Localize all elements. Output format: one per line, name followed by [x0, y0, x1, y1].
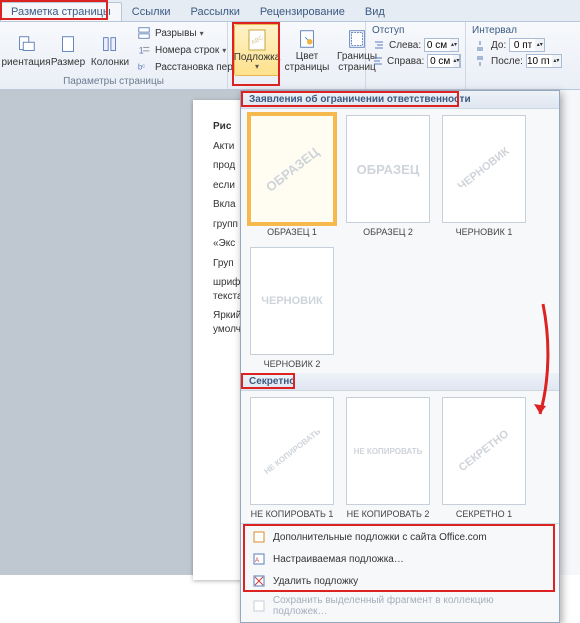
breaks-icon: [136, 25, 152, 41]
indent-left-label: Слева:: [389, 40, 421, 51]
watermark-gallery-popup: Заявления об ограничении ответственности…: [240, 90, 560, 623]
ribbon-tabs: Разметка страницы Ссылки Рассылки Реценз…: [0, 0, 580, 22]
ribbon: риентация Размер Колонки Разры: [0, 22, 580, 90]
watermark-text: ОБРАЗЕЦ: [357, 162, 420, 177]
menu-label: Дополнительные подложки с сайта Office.c…: [273, 532, 487, 543]
indent-right-label: Справа:: [387, 56, 424, 67]
custom-watermark-icon: A: [251, 551, 267, 567]
orientation-icon: [14, 33, 38, 57]
spacing-before-icon: [472, 37, 488, 53]
watermark-text: ЧЕРНОВИК: [456, 145, 512, 192]
menu-save-selection: Сохранить выделенный фрагмент в коллекци…: [241, 592, 559, 620]
watermark-thumb-secret1[interactable]: СЕКРЕТНО СЕКРЕТНО 1: [441, 397, 527, 521]
menu-remove-watermark[interactable]: Удалить подложку: [241, 570, 559, 592]
svg-text:1: 1: [139, 46, 144, 56]
spacing-after-icon: [472, 53, 488, 69]
remove-watermark-icon: [251, 573, 267, 589]
menu-label: Удалить подложку: [273, 576, 358, 587]
watermark-thumb-chernovik1[interactable]: ЧЕРНОВИК ЧЕРНОВИК 1: [441, 115, 527, 239]
tab-mailings[interactable]: Рассылки: [181, 3, 250, 21]
office-icon: [251, 529, 267, 545]
chevron-down-icon: ▾: [222, 46, 226, 55]
watermark-text: НЕ КОПИРОВАТЬ: [354, 447, 423, 456]
menu-label: Сохранить выделенный фрагмент в коллекци…: [273, 595, 549, 617]
line-numbers-icon: 1: [136, 42, 152, 58]
group-label-page-setup: Параметры страницы: [0, 76, 227, 89]
tab-references[interactable]: Ссылки: [122, 3, 181, 21]
chevron-down-icon: ▾: [255, 63, 259, 72]
spacner-arrows[interactable]: ▴▾: [552, 54, 562, 68]
columns-button[interactable]: Колонки: [90, 24, 130, 76]
watermark-text: СЕКРЕТНО: [457, 428, 512, 474]
tab-review[interactable]: Рецензирование: [250, 3, 355, 21]
size-label: Размер: [51, 57, 85, 68]
columns-label: Колонки: [91, 57, 129, 68]
spacing-after-label: После:: [491, 56, 523, 67]
breaks-label: Разрывы: [155, 28, 197, 39]
watermark-icon: ABC: [245, 28, 269, 52]
spinner-arrows[interactable]: ▴▾: [450, 38, 459, 52]
size-button[interactable]: Размер: [50, 24, 86, 76]
indent-left-spinner[interactable]: Слева: ▴▾: [372, 37, 459, 53]
watermark-thumb-obrazec2[interactable]: ОБРАЗЕЦ ОБРАЗЕЦ 2: [345, 115, 431, 239]
watermark-thumb-chernovik2[interactable]: ЧЕРНОВИК ЧЕРНОВИК 2: [249, 247, 335, 371]
tab-page-layout[interactable]: Разметка страницы: [0, 2, 122, 21]
spacing-before-spinner[interactable]: До: ▴▾: [472, 37, 570, 53]
spacing-before-label: До:: [491, 40, 506, 51]
thumb-label: ОБРАЗЕЦ 2: [363, 227, 413, 239]
page-color-label: Цвет страницы: [285, 51, 330, 73]
menu-custom-watermark[interactable]: A Настраиваемая подложка…: [241, 548, 559, 570]
watermark-button[interactable]: ABC Подложка ▾: [234, 24, 280, 76]
page-color-button[interactable]: Цвет страницы: [284, 24, 330, 76]
indent-right-spinner[interactable]: Справа: ▴▾: [372, 53, 459, 69]
thumb-label: ЧЕРНОВИК 1: [456, 227, 513, 239]
thumb-label: НЕ КОПИРОВАТЬ 2: [347, 509, 430, 521]
thumb-label: ЧЕРНОВИК 2: [264, 359, 321, 371]
gallery-section-disclaimers: Заявления об ограничении ответственности: [241, 91, 559, 109]
gallery-section-secret: Секретно: [241, 373, 559, 391]
watermark-text: ЧЕРНОВИК: [261, 295, 322, 307]
orientation-label: риентация: [2, 57, 51, 68]
thumb-label: СЕКРЕТНО 1: [456, 509, 512, 521]
save-selection-icon: [251, 598, 267, 614]
size-icon: [56, 33, 80, 57]
hyphenation-icon: bᶜ: [136, 59, 152, 75]
orientation-button[interactable]: риентация: [6, 24, 46, 76]
watermark-thumb-nocopy1[interactable]: НЕ КОПИРОВАТЬ НЕ КОПИРОВАТЬ 1: [249, 397, 335, 521]
svg-text:bᶜ: bᶜ: [138, 63, 145, 72]
spacing-group-label: Интервал: [472, 24, 570, 37]
indent-left-icon: [372, 37, 386, 53]
columns-icon: [98, 33, 122, 57]
watermark-text: ОБРАЗЕЦ: [263, 144, 322, 194]
spinner-arrows[interactable]: ▴▾: [535, 38, 545, 52]
thumb-label: ОБРАЗЕЦ 1: [267, 227, 317, 239]
thumb-label: НЕ КОПИРОВАТЬ 1: [251, 509, 334, 521]
indent-group-label: Отступ: [372, 24, 459, 37]
line-numbers-label: Номера строк: [155, 45, 219, 56]
svg-text:A: A: [255, 558, 259, 564]
page-color-icon: [295, 27, 319, 51]
watermark-thumb-obrazec1[interactable]: ОБРАЗЕЦ ОБРАЗЕЦ 1: [249, 115, 335, 239]
watermark-thumb-nocopy2[interactable]: НЕ КОПИРОВАТЬ НЕ КОПИРОВАТЬ 2: [345, 397, 431, 521]
indent-right-icon: [372, 53, 384, 69]
menu-label: Настраиваемая подложка…: [273, 554, 404, 565]
chevron-down-icon: ▾: [200, 29, 204, 38]
tab-view[interactable]: Вид: [355, 3, 395, 21]
watermark-text: НЕ КОПИРОВАТЬ: [262, 426, 322, 475]
spacing-after-spinner[interactable]: После: ▴▾: [472, 53, 570, 69]
menu-more-office[interactable]: Дополнительные подложки с сайта Office.c…: [241, 526, 559, 548]
spinner-arrows[interactable]: ▴▾: [453, 54, 460, 68]
